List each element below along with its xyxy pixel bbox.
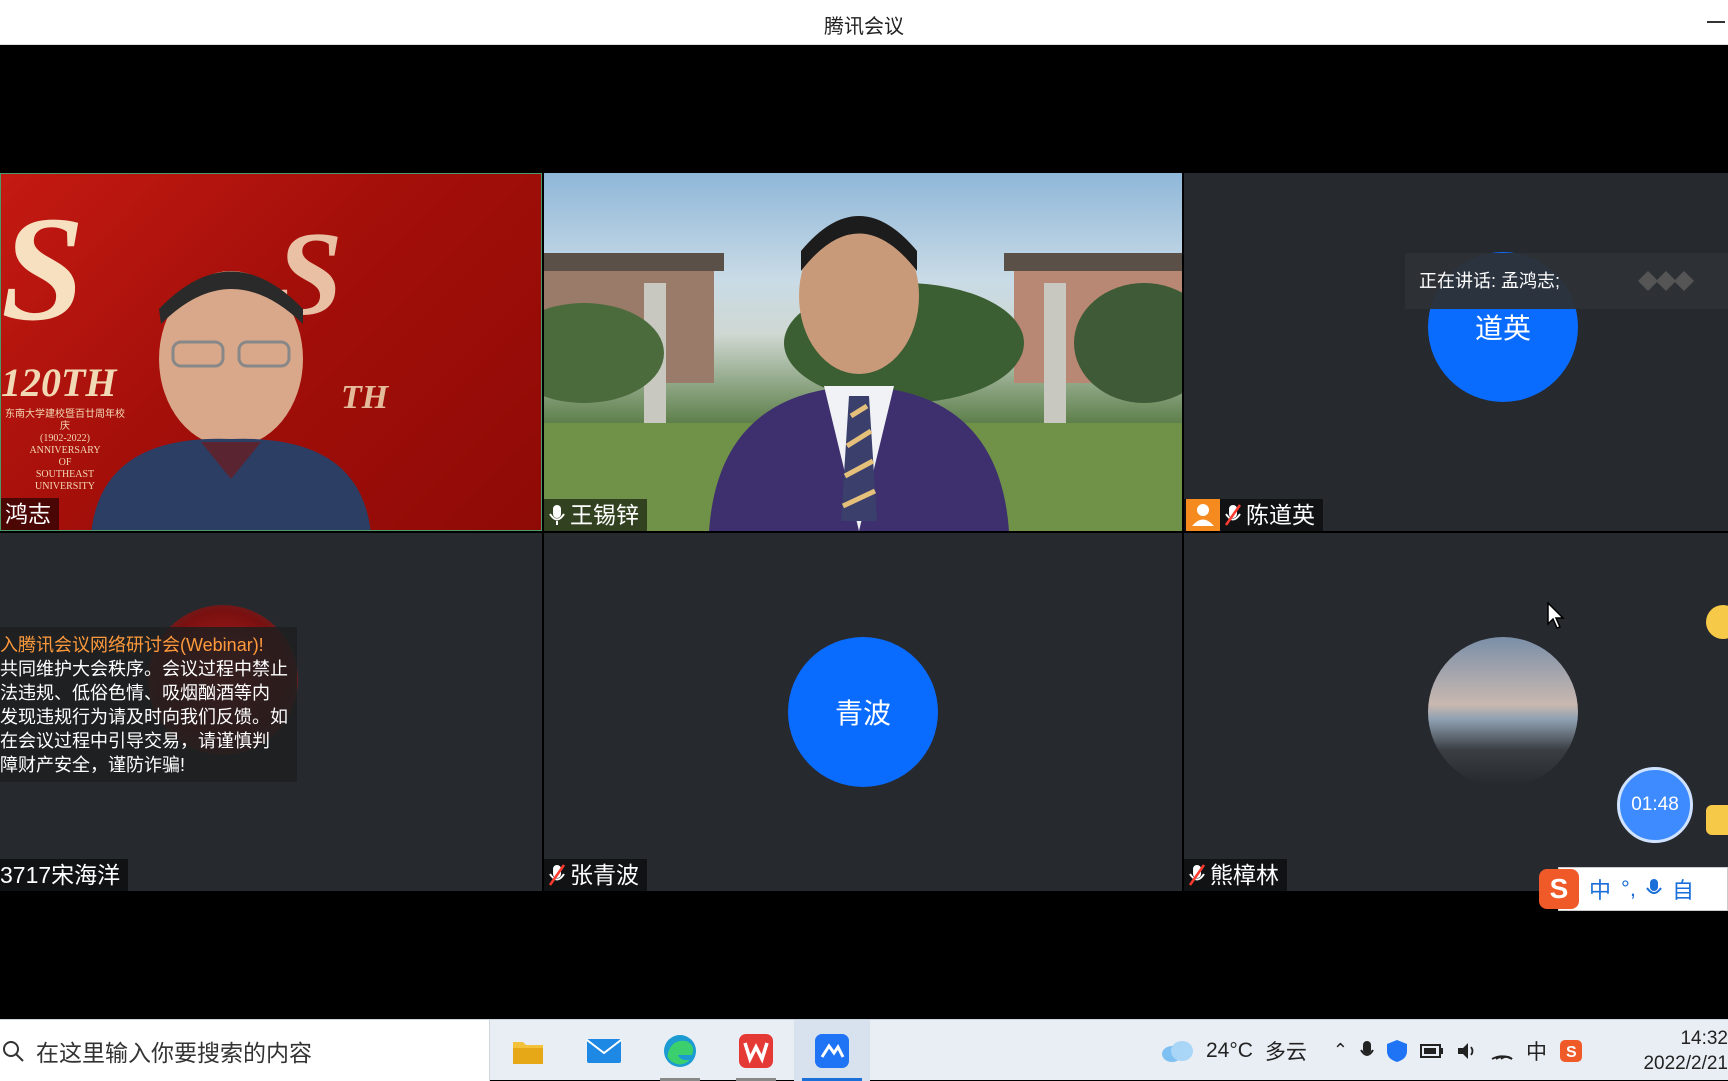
ime-toolbar[interactable]: S 中 °, 自 [1539,867,1728,911]
video-tile-presenter[interactable]: S 120TH 东南大学建校暨百廿周年校庆 (1902-2022) ANNIVE… [0,173,542,531]
wps-button[interactable] [718,1020,794,1081]
participant-name: 3717宋海洋 [0,862,121,888]
search-placeholder: 在这里输入你要搜索的内容 [36,1039,312,1066]
taskbar: 在这里输入你要搜索的内容 24°C 多云 ⌃ 中 S 14:32 2022/2/… [0,1019,1728,1081]
window-title: 腾讯会议 [824,16,904,38]
video-grid: S 120TH 东南大学建校暨百廿周年校庆 (1902-2022) ANNIVE… [0,45,1728,1019]
ime-extra[interactable]: 自 [1672,873,1694,905]
participant-name-tag: 张青波 [544,859,647,891]
clock-time: 14:32 [1680,1028,1728,1049]
folder-icon [513,1041,543,1064]
microphone-icon[interactable] [1646,878,1662,900]
microphone-muted-icon [548,864,566,886]
weather-desc[interactable]: 多云 [1265,1036,1307,1066]
notice-line: 入腾讯会议网络研讨会(Webinar)! [0,635,264,655]
participant-name-tag: 陈道英 [1184,499,1323,531]
thumbs-up-icon [1706,805,1728,835]
microphone-icon[interactable] [1360,1040,1374,1062]
svg-text:S: S [1566,1044,1577,1061]
meeting-notice: 入腾讯会议网络研讨会(Webinar)! 共同维护大会秩序。会议过程中禁止 法违… [0,627,297,782]
speaking-label: 正在讲话: 孟鸿志; [1419,271,1561,291]
system-tray: 24°C 多云 ⌃ 中 S [1160,1020,1583,1081]
participant-name: 张青波 [570,862,639,888]
notice-line: 发现违规行为请及时向我们反馈。如 [0,707,288,727]
laughing-emoji-icon [1706,605,1728,639]
ime-punctuation[interactable]: °, [1621,876,1636,902]
microphone-muted-icon [1224,504,1242,526]
participant-name-tag: 熊樟林 [1184,859,1287,891]
speaker-video [709,216,1009,531]
notice-line: 共同维护大会秩序。会议过程中禁止 [0,659,288,679]
ime-indicator[interactable]: 中 [1526,1036,1547,1066]
notice-line: 障财产安全，谨防诈骗! [0,755,185,775]
volume-icon[interactable] [1456,1041,1478,1061]
mouse-cursor-icon [1547,602,1565,629]
title-bar: 腾讯会议 [0,0,1728,45]
file-explorer-button[interactable] [490,1020,566,1081]
speaking-indicator: 正在讲话: 孟鸿志; [1405,253,1728,309]
anniversary-logo-left: S [1,186,85,352]
video-tile-chen[interactable]: 道英 陈道英 [1184,173,1728,531]
participant-name: 熊樟林 [1210,862,1279,888]
participant-avatar [1428,637,1578,787]
mail-icon [586,1038,622,1063]
taskbar-search[interactable]: 在这里输入你要搜索的内容 [0,1020,490,1081]
participant-name: 鸿志 [5,501,51,527]
participant-name: 陈道英 [1246,502,1315,528]
notice-line: 法违规、低俗色情、吸烟酗酒等内 [0,683,270,703]
tencent-meeting-icon [815,1033,849,1068]
taskbar-apps [490,1020,870,1081]
host-icon [1186,499,1220,531]
participant-avatar: 青波 [788,637,938,787]
wps-icon [739,1033,773,1068]
edge-icon [664,1034,696,1067]
sogou-tray-icon[interactable]: S [1559,1039,1583,1063]
microphone-icon [549,505,565,525]
cloud-icon [1162,1040,1193,1062]
presenter-video [91,271,371,530]
participant-name-tag: 3717宋海洋 [0,859,129,891]
meeting-timer[interactable]: 01:48 [1617,767,1693,843]
clock[interactable]: 14:32 2022/2/21 [1625,1026,1728,1076]
clock-date: 2022/2/21 [1643,1053,1728,1074]
participant-name-tag: 鸿志 [1,498,59,530]
security-shield-icon[interactable] [1386,1039,1408,1063]
mail-button[interactable] [566,1020,642,1081]
minimize-button[interactable] [1702,8,1728,34]
microphone-muted-icon [1188,864,1206,886]
tencent-meeting-button[interactable] [794,1020,870,1081]
edge-browser-button[interactable] [642,1020,718,1081]
participant-name-tag: 王锡锌 [544,499,647,531]
video-tile-zhang[interactable]: 青波 张青波 [544,533,1182,891]
battery-icon[interactable] [1420,1043,1444,1059]
video-tile-wang[interactable]: 王锡锌 [544,173,1182,531]
ime-language[interactable]: 中 [1589,873,1611,905]
weather-temp[interactable]: 24°C [1206,1039,1253,1063]
participant-name: 王锡锌 [570,502,639,528]
audio-level-icon [1638,271,1694,291]
notice-line: 在会议过程中引导交易，请谨慎判 [0,731,270,751]
sogou-logo-icon: S [1539,869,1579,909]
chevron-up-icon[interactable]: ⌃ [1333,1040,1348,1061]
search-icon [3,1040,24,1062]
wifi-icon[interactable] [1490,1041,1514,1061]
